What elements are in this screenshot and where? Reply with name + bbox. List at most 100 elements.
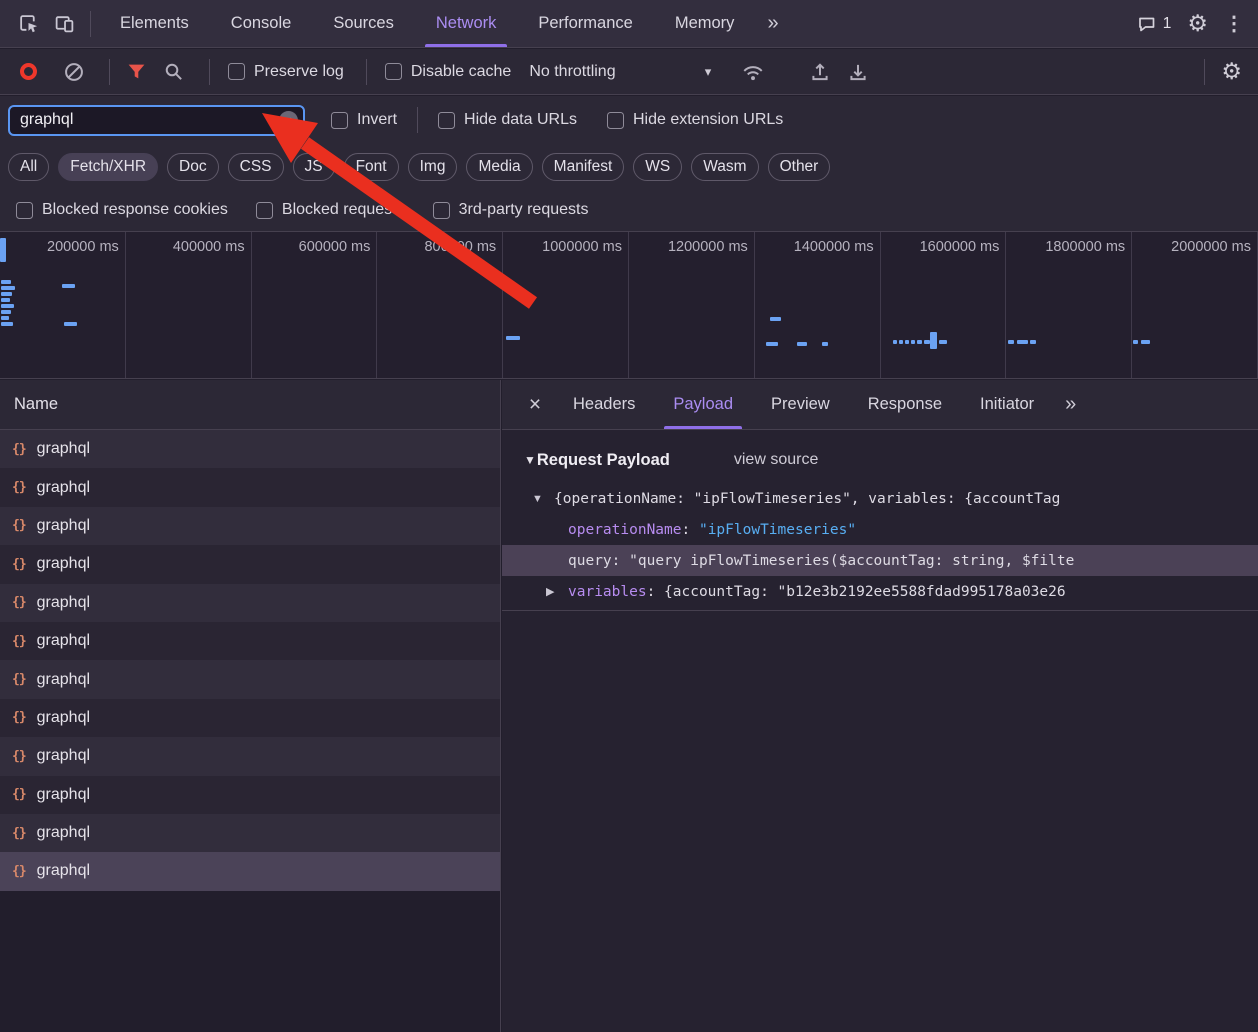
network-conditions-button[interactable]	[741, 61, 765, 83]
waterfall-bar[interactable]	[939, 340, 947, 344]
detail-tab-headers[interactable]: Headers	[554, 380, 654, 429]
waterfall-bar[interactable]	[893, 340, 897, 344]
waterfall-bar[interactable]	[917, 340, 922, 344]
disable-cache-checkbox[interactable]: Disable cache	[385, 63, 512, 81]
waterfall-bar[interactable]	[1, 298, 10, 302]
settings-gear-icon[interactable]: ⚙	[1187, 12, 1208, 35]
device-toolbar-button[interactable]	[46, 7, 82, 41]
waterfall-bar[interactable]	[905, 340, 909, 344]
chip-img[interactable]: Img	[408, 153, 458, 181]
throttling-select[interactable]: No throttling ▾	[529, 63, 711, 81]
request-row[interactable]: {}graphql	[0, 430, 500, 468]
hide-data-urls-checkbox[interactable]: Hide data URLs	[438, 111, 577, 129]
waterfall-bar[interactable]	[822, 342, 828, 346]
chip-manifest[interactable]: Manifest	[542, 153, 625, 181]
import-har-button[interactable]	[809, 61, 831, 83]
waterfall-bar[interactable]	[797, 342, 807, 346]
chip-font[interactable]: Font	[344, 153, 399, 181]
waterfall-bar[interactable]	[770, 317, 781, 321]
chip-js[interactable]: JS	[293, 153, 335, 181]
waterfall-bar[interactable]	[1, 292, 12, 296]
waterfall-bar[interactable]	[62, 284, 75, 288]
tab-sources[interactable]: Sources	[312, 0, 415, 47]
third-party-checkbox[interactable]: 3rd-party requests	[433, 201, 589, 219]
payload-line[interactable]: ▼{operationName: "ipFlowTimeseries", var…	[502, 483, 1258, 514]
detail-tab-preview[interactable]: Preview	[752, 380, 849, 429]
waterfall-bar[interactable]	[1, 322, 13, 326]
waterfall-bar[interactable]	[930, 332, 937, 349]
waterfall-bar[interactable]	[1, 280, 11, 284]
chip-fetch-xhr[interactable]: Fetch/XHR	[58, 153, 158, 181]
waterfall-bar[interactable]	[64, 322, 77, 326]
more-detail-tabs-button[interactable]: »	[1053, 393, 1088, 416]
issues-button[interactable]: 1	[1137, 14, 1172, 34]
menu-dots-icon[interactable]: ⋮	[1224, 11, 1244, 36]
expander-open-icon[interactable]: ▼	[524, 453, 536, 467]
invert-checkbox[interactable]: Invert	[331, 111, 397, 129]
waterfall-bar[interactable]	[1017, 340, 1028, 344]
request-row[interactable]: {}graphql	[0, 468, 500, 506]
waterfall-bar[interactable]	[1133, 340, 1138, 344]
chip-other[interactable]: Other	[768, 153, 831, 181]
network-settings-gear-icon[interactable]: ⚙	[1221, 60, 1242, 83]
name-column-header[interactable]: Name	[0, 380, 500, 430]
waterfall-bar[interactable]	[766, 342, 778, 346]
filter-clear-button[interactable]: ×	[279, 111, 298, 130]
request-row[interactable]: {}graphql	[0, 737, 500, 775]
request-row[interactable]: {}graphql	[0, 852, 500, 890]
waterfall-bar[interactable]	[1, 310, 11, 314]
tab-console[interactable]: Console	[210, 0, 313, 47]
waterfall-bar[interactable]	[1008, 340, 1014, 344]
chip-ws[interactable]: WS	[633, 153, 682, 181]
detail-tab-initiator[interactable]: Initiator	[961, 380, 1053, 429]
blocked-requests-checkbox[interactable]: Blocked requests	[256, 201, 405, 219]
chip-css[interactable]: CSS	[228, 153, 284, 181]
detail-tab-payload[interactable]: Payload	[654, 380, 752, 429]
close-details-button[interactable]: ×	[516, 393, 554, 417]
checkbox-box[interactable]	[228, 63, 245, 80]
checkbox-box[interactable]	[16, 202, 33, 219]
inspect-button[interactable]	[10, 7, 46, 41]
record-button[interactable]	[20, 63, 37, 80]
waterfall-overview[interactable]: 200000 ms400000 ms600000 ms800000 ms1000…	[0, 232, 1258, 379]
waterfall-bar[interactable]	[0, 238, 6, 262]
checkbox-box[interactable]	[256, 202, 273, 219]
checkbox-box[interactable]	[607, 112, 624, 129]
detail-tab-response[interactable]: Response	[849, 380, 961, 429]
checkbox-box[interactable]	[438, 112, 455, 129]
request-row[interactable]: {}graphql	[0, 776, 500, 814]
waterfall-bar[interactable]	[506, 336, 520, 340]
checkbox-box[interactable]	[385, 63, 402, 80]
payload-line[interactable]: ▶variables: {accountTag: "b12e3b2192ee55…	[502, 576, 1258, 607]
waterfall-bar[interactable]	[1030, 340, 1036, 344]
request-row[interactable]: {}graphql	[0, 584, 500, 622]
request-row[interactable]: {}graphql	[0, 660, 500, 698]
request-row[interactable]: {}graphql	[0, 507, 500, 545]
expander-closed-icon[interactable]: ▶	[546, 585, 568, 598]
checkbox-box[interactable]	[331, 112, 348, 129]
payload-line[interactable]: operationName: "ipFlowTimeseries"	[502, 514, 1258, 545]
view-source-link[interactable]: view source	[734, 451, 818, 469]
hide-extension-urls-checkbox[interactable]: Hide extension URLs	[607, 111, 783, 129]
request-payload-header[interactable]: ▼ Request Payload view source	[502, 443, 1258, 477]
tab-network[interactable]: Network	[415, 0, 518, 47]
request-row[interactable]: {}graphql	[0, 622, 500, 660]
request-row[interactable]: {}graphql	[0, 699, 500, 737]
chip-media[interactable]: Media	[466, 153, 532, 181]
search-button[interactable]	[163, 61, 185, 83]
filter-toggle-button[interactable]	[126, 61, 147, 82]
waterfall-bar[interactable]	[911, 340, 915, 344]
filter-input[interactable]	[8, 105, 305, 136]
waterfall-bar[interactable]	[899, 340, 903, 344]
waterfall-bar[interactable]	[1141, 340, 1150, 344]
payload-line[interactable]: query: "query ipFlowTimeseries($accountT…	[502, 545, 1258, 576]
tab-performance[interactable]: Performance	[517, 0, 653, 47]
blocked-cookies-checkbox[interactable]: Blocked response cookies	[16, 201, 228, 219]
request-row[interactable]: {}graphql	[0, 545, 500, 583]
more-panels-button[interactable]: »	[755, 12, 790, 35]
chip-all[interactable]: All	[8, 153, 49, 181]
expander-open-icon[interactable]: ▼	[532, 493, 554, 505]
checkbox-box[interactable]	[433, 202, 450, 219]
request-row[interactable]: {}graphql	[0, 814, 500, 852]
preserve-log-checkbox[interactable]: Preserve log	[228, 63, 344, 81]
